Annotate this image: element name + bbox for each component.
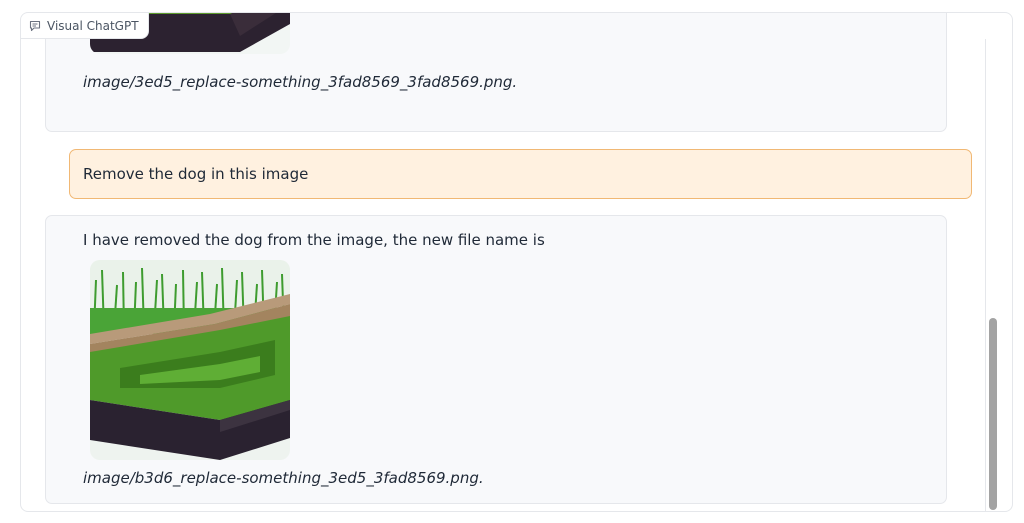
user-message-text: Remove the dog in this image bbox=[83, 165, 309, 183]
bot-message: I have removed the dog from the image, t… bbox=[45, 215, 947, 504]
generated-image[interactable] bbox=[90, 260, 290, 460]
bot-message-text: I have removed the dog from the image, t… bbox=[83, 231, 545, 249]
chatbot-panel: image/3ed5_replace-something_3fad8569_3f… bbox=[20, 12, 1013, 512]
chat-bubble-icon bbox=[29, 20, 41, 32]
file-name: image/b3d6_replace-something_3ed5_3fad85… bbox=[83, 469, 484, 487]
chat-history[interactable]: image/3ed5_replace-something_3fad8569_3f… bbox=[21, 13, 1012, 511]
app-title: Visual ChatGPT bbox=[47, 18, 139, 33]
file-name: image/3ed5_replace-something_3fad8569_3f… bbox=[83, 73, 518, 91]
bot-message: image/3ed5_replace-something_3fad8569_3f… bbox=[45, 13, 947, 132]
component-label: Visual ChatGPT bbox=[21, 13, 149, 39]
scrollbar-thumb[interactable] bbox=[989, 318, 997, 510]
user-message: Remove the dog in this image bbox=[69, 149, 972, 199]
